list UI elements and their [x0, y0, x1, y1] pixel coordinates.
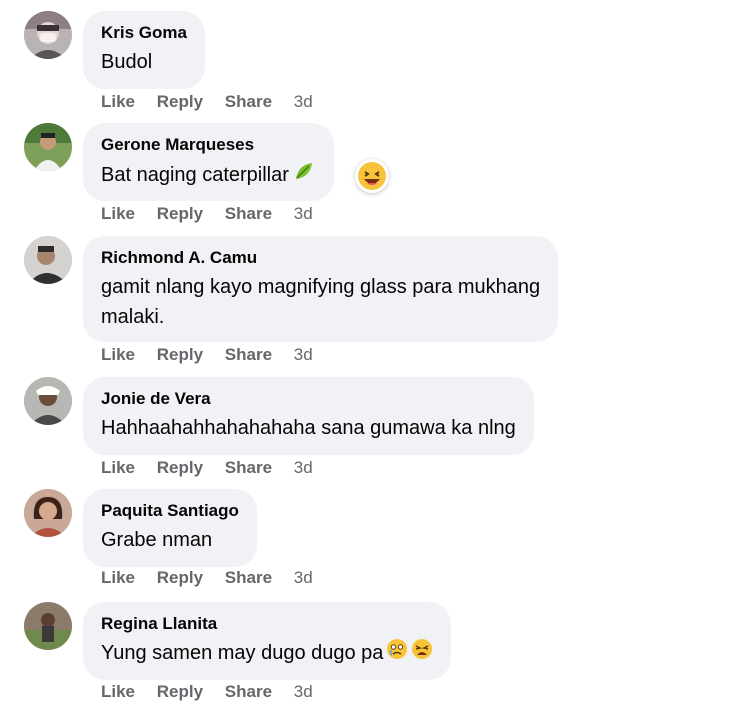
- comment-text: gamit nlang kayo magnifying glass para m…: [101, 272, 540, 332]
- comment-text: Budol: [101, 47, 187, 77]
- comment-bubble: Gerone Marqueses Bat naging caterpillar: [83, 123, 334, 201]
- comment-text-line: Budol: [101, 51, 153, 73]
- avatar[interactable]: [24, 11, 72, 59]
- comment-text: Bat naging caterpillar: [101, 159, 316, 192]
- comment-time[interactable]: 3d: [294, 458, 313, 477]
- reply-button[interactable]: Reply: [157, 458, 203, 477]
- comment-actions: Like Reply Share 3d: [101, 458, 330, 478]
- comment-bubble: Richmond A. Camu gamit nlang kayo magnif…: [83, 236, 559, 342]
- like-button[interactable]: Like: [101, 568, 135, 587]
- comment-text-content: Bat naging caterpillar: [101, 163, 289, 186]
- comment-time[interactable]: 3d: [294, 682, 313, 701]
- comment-text: Grabe nman: [101, 525, 239, 555]
- comment-time[interactable]: 3d: [294, 568, 313, 587]
- avatar[interactable]: [24, 602, 72, 650]
- comment-actions: Like Reply Share 3d: [101, 92, 330, 112]
- comment-bubble: Jonie de Vera Hahhaahahhahahahaha sana g…: [83, 377, 534, 455]
- share-button[interactable]: Share: [225, 92, 272, 111]
- comment-text-line: Bat naging caterpillar: [101, 159, 316, 192]
- avatar[interactable]: [24, 489, 72, 537]
- share-button[interactable]: Share: [225, 458, 272, 477]
- comment-bubble: Paquita Santiago Grabe nman: [83, 489, 257, 567]
- share-button[interactable]: Share: [225, 345, 272, 364]
- commenter-name[interactable]: Paquita Santiago: [101, 501, 239, 521]
- comment-bubble: Kris Goma Budol: [83, 11, 205, 89]
- like-button[interactable]: Like: [101, 345, 135, 364]
- comments-page: { "actions": { "like": "Like", "reply": …: [0, 0, 750, 711]
- comment-actions: Like Reply Share 3d: [101, 345, 330, 365]
- share-button[interactable]: Share: [225, 568, 272, 587]
- comment-text-line: malaki.: [101, 306, 165, 328]
- reply-button[interactable]: Reply: [157, 682, 203, 701]
- comment-text-content: Yung samen may dugo dugo pa: [101, 642, 384, 664]
- comment-actions: Like Reply Share 3d: [101, 568, 330, 588]
- commenter-name[interactable]: Kris Goma: [101, 23, 187, 43]
- comment-text: Hahhaahahhahahahaha sana gumawa ka nlng: [101, 413, 516, 443]
- avatar[interactable]: [24, 377, 72, 425]
- share-button[interactable]: Share: [225, 204, 272, 223]
- comment-text-line: Yung samen may dugo dugo pa: [101, 638, 433, 669]
- crying-face-icon: [386, 638, 408, 669]
- leaf-caterpillar-icon: [292, 159, 316, 192]
- share-button[interactable]: Share: [225, 682, 272, 701]
- commenter-name[interactable]: Gerone Marqueses: [101, 135, 316, 155]
- commenter-name[interactable]: Richmond A. Camu: [101, 248, 540, 268]
- commenter-name[interactable]: Jonie de Vera: [101, 389, 516, 409]
- reply-button[interactable]: Reply: [157, 204, 203, 223]
- reply-button[interactable]: Reply: [157, 345, 203, 364]
- comment-actions: Like Reply Share 3d: [101, 204, 330, 224]
- like-button[interactable]: Like: [101, 682, 135, 701]
- comment-text-line: Grabe nman: [101, 529, 213, 551]
- avatar[interactable]: [24, 123, 72, 171]
- comment-bubble: Regina Llanita Yung samen may dugo dugo …: [83, 602, 452, 680]
- like-button[interactable]: Like: [101, 204, 135, 223]
- like-button[interactable]: Like: [101, 458, 135, 477]
- comment-time[interactable]: 3d: [294, 92, 313, 111]
- tired-face-icon: [411, 638, 433, 669]
- reply-button[interactable]: Reply: [157, 568, 203, 587]
- comment-text-line: Hahhaahahhahahahaha sana gumawa ka nlng: [101, 417, 516, 439]
- laughing-face-icon[interactable]: [355, 159, 389, 193]
- comment-actions: Like Reply Share 3d: [101, 682, 330, 702]
- commenter-name[interactable]: Regina Llanita: [101, 614, 433, 634]
- reply-button[interactable]: Reply: [157, 92, 203, 111]
- like-button[interactable]: Like: [101, 92, 135, 111]
- comment-text: Yung samen may dugo dugo pa: [101, 638, 433, 669]
- avatar[interactable]: [24, 236, 72, 284]
- comment-text-line: gamit nlang kayo magnifying glass para m…: [101, 276, 541, 298]
- comment-time[interactable]: 3d: [294, 345, 313, 364]
- comment-time[interactable]: 3d: [294, 204, 313, 223]
